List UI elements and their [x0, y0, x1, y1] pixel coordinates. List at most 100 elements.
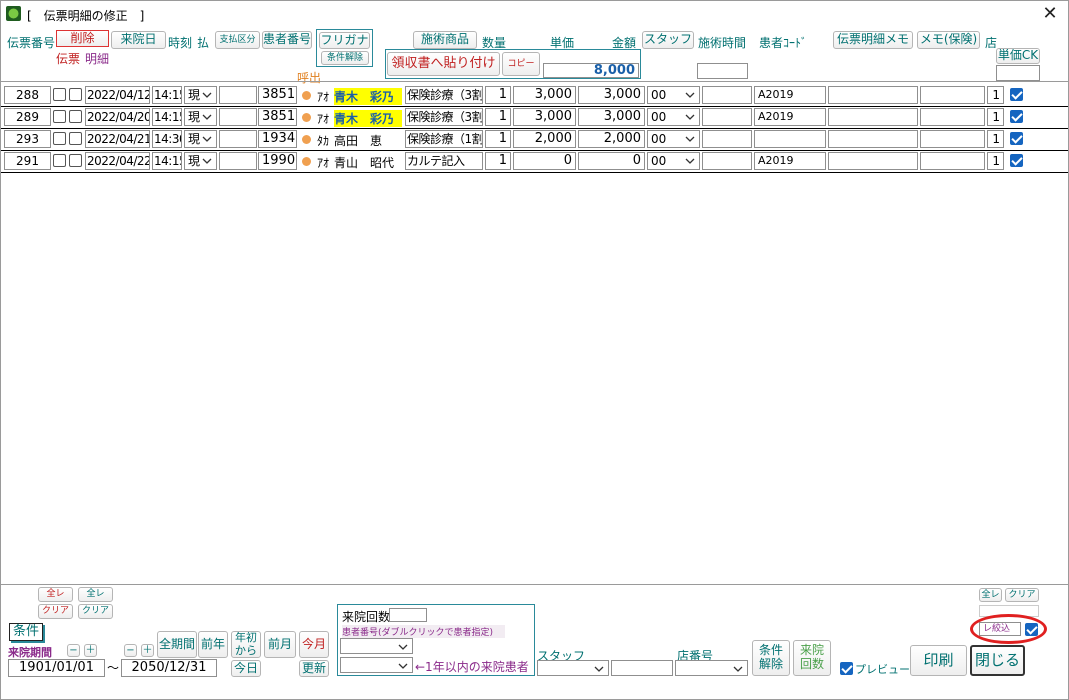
within-year-combo[interactable]: [340, 657, 413, 673]
from-year-start-button[interactable]: 年初 から: [231, 631, 261, 658]
row-item[interactable]: 保険診療（1割: [405, 130, 483, 148]
prev-month-button[interactable]: 前月: [264, 631, 296, 658]
row-pay-type-field[interactable]: [219, 130, 257, 148]
row-denpyo-checkbox[interactable]: [53, 132, 66, 145]
row-unit-price[interactable]: 3,000: [513, 86, 576, 104]
row-unit-ck-checkbox[interactable]: [1010, 110, 1023, 123]
row-item[interactable]: 保険診療（3割: [405, 108, 483, 126]
row-staff-combo[interactable]: 00: [647, 86, 700, 104]
row-patient-code[interactable]: A2019: [754, 108, 826, 126]
all-check-button-2[interactable]: 全レ: [78, 587, 113, 602]
close-button[interactable]: 閉じる: [970, 645, 1025, 676]
print-button[interactable]: 印刷: [910, 645, 967, 676]
staff-button[interactable]: スタッフ: [642, 31, 694, 49]
row-time[interactable]: 14:15: [152, 86, 182, 104]
store-no-combo[interactable]: [675, 660, 748, 676]
row-memo-insurance[interactable]: [920, 130, 985, 148]
visit-times-button[interactable]: 来院 回数: [793, 640, 831, 676]
row-store[interactable]: 1: [987, 108, 1004, 126]
patient-no-button[interactable]: 患者番号: [262, 31, 312, 49]
row-memo-insurance[interactable]: [920, 152, 985, 170]
row-pay-combo[interactable]: 現: [184, 152, 217, 170]
row-unit-ck-checkbox[interactable]: [1010, 154, 1023, 167]
clear-button-1[interactable]: クリア: [38, 604, 73, 619]
row-patient-no[interactable]: 3851: [258, 108, 297, 126]
right-all-check-button[interactable]: 全レ: [979, 588, 1002, 602]
all-period-button[interactable]: 全期間: [157, 631, 197, 658]
row-patient-no[interactable]: 1934: [258, 130, 297, 148]
row-time[interactable]: 14:15: [152, 152, 182, 170]
copy-button[interactable]: コピー: [502, 52, 540, 76]
row-patient-code[interactable]: [754, 130, 826, 148]
row-date[interactable]: 2022/04/22: [85, 152, 150, 170]
period-from-plus[interactable]: ＋: [84, 644, 97, 657]
row-pay-combo[interactable]: 現: [184, 86, 217, 104]
today-button[interactable]: 今日: [231, 660, 261, 677]
row-store[interactable]: 1: [987, 152, 1004, 170]
row-memo[interactable]: [828, 152, 918, 170]
row-denpyo-no[interactable]: 291: [4, 152, 51, 170]
patient-no-combo[interactable]: [340, 638, 413, 654]
row-amount[interactable]: 0: [578, 152, 645, 170]
right-clear-button[interactable]: クリア: [1005, 588, 1039, 602]
period-to-plus[interactable]: ＋: [141, 644, 154, 657]
row-pay-type-field[interactable]: [219, 108, 257, 126]
row-time[interactable]: 14:15: [152, 108, 182, 126]
row-patient-no[interactable]: 1990: [258, 152, 297, 170]
row-date[interactable]: 2022/04/20: [85, 108, 150, 126]
row-call-dot[interactable]: [302, 113, 311, 122]
visit-count-input[interactable]: [389, 608, 427, 622]
unit-ck-button[interactable]: 単価CK: [996, 48, 1040, 64]
item-button[interactable]: 施術商品: [413, 31, 477, 49]
staff-filter-input[interactable]: [611, 660, 673, 676]
close-icon[interactable]: ✕: [1040, 4, 1060, 24]
row-item[interactable]: カルテ記入: [405, 152, 483, 170]
row-memo-insurance[interactable]: [920, 86, 985, 104]
row-staff-combo[interactable]: 00: [647, 130, 700, 148]
cond-clear-small-button[interactable]: 条件解除: [321, 51, 369, 65]
date-to-input[interactable]: 2050/12/31: [121, 659, 217, 677]
row-meisai-checkbox[interactable]: [69, 88, 82, 101]
row-memo[interactable]: [828, 86, 918, 104]
row-denpyo-no[interactable]: 293: [4, 130, 51, 148]
row-pay-combo[interactable]: 現: [184, 130, 217, 148]
paste-receipt-button[interactable]: 領収書へ貼り付け: [387, 52, 500, 76]
date-from-input[interactable]: 1901/01/01: [8, 659, 105, 677]
row-store[interactable]: 1: [987, 86, 1004, 104]
row-meisai-checkbox[interactable]: [69, 132, 82, 145]
row-qty[interactable]: 1: [485, 152, 511, 170]
row-denpyo-checkbox[interactable]: [53, 110, 66, 123]
row-amount[interactable]: 2,000: [578, 130, 645, 148]
row-treat-time[interactable]: [702, 130, 752, 148]
prev-year-button[interactable]: 前年: [198, 631, 228, 658]
row-treat-time[interactable]: [702, 86, 752, 104]
all-check-button-1[interactable]: 全レ: [38, 587, 73, 602]
row-meisai-checkbox[interactable]: [69, 110, 82, 123]
row-patient-code[interactable]: A2019: [754, 86, 826, 104]
delete-button[interactable]: 削除: [56, 30, 109, 47]
period-to-minus[interactable]: −: [124, 644, 137, 657]
row-unit-price[interactable]: 3,000: [513, 108, 576, 126]
row-pay-combo[interactable]: 現: [184, 108, 217, 126]
row-patient-code[interactable]: A2019: [754, 152, 826, 170]
row-memo-insurance[interactable]: [920, 108, 985, 126]
pay-type-button[interactable]: 支払区分: [215, 31, 260, 49]
row-item[interactable]: 保険診療（3割: [405, 86, 483, 104]
row-store[interactable]: 1: [987, 130, 1004, 148]
row-qty[interactable]: 1: [485, 86, 511, 104]
row-unit-ck-checkbox[interactable]: [1010, 88, 1023, 101]
row-pay-type-field[interactable]: [219, 86, 257, 104]
row-staff-combo[interactable]: 00: [647, 152, 700, 170]
clear-button-2[interactable]: クリア: [78, 604, 113, 619]
row-amount[interactable]: 3,000: [578, 86, 645, 104]
memo-insurance-button[interactable]: メモ(保険): [917, 31, 980, 49]
row-treat-time[interactable]: [702, 108, 752, 126]
unit-ck-input[interactable]: [996, 65, 1040, 81]
row-memo[interactable]: [828, 130, 918, 148]
row-treat-time[interactable]: [702, 152, 752, 170]
row-patient-no[interactable]: 3851: [258, 86, 297, 104]
furigana-button[interactable]: フリガナ: [319, 32, 370, 49]
row-qty[interactable]: 1: [485, 108, 511, 126]
row-call-dot[interactable]: [302, 91, 311, 100]
row-denpyo-no[interactable]: 288: [4, 86, 51, 104]
